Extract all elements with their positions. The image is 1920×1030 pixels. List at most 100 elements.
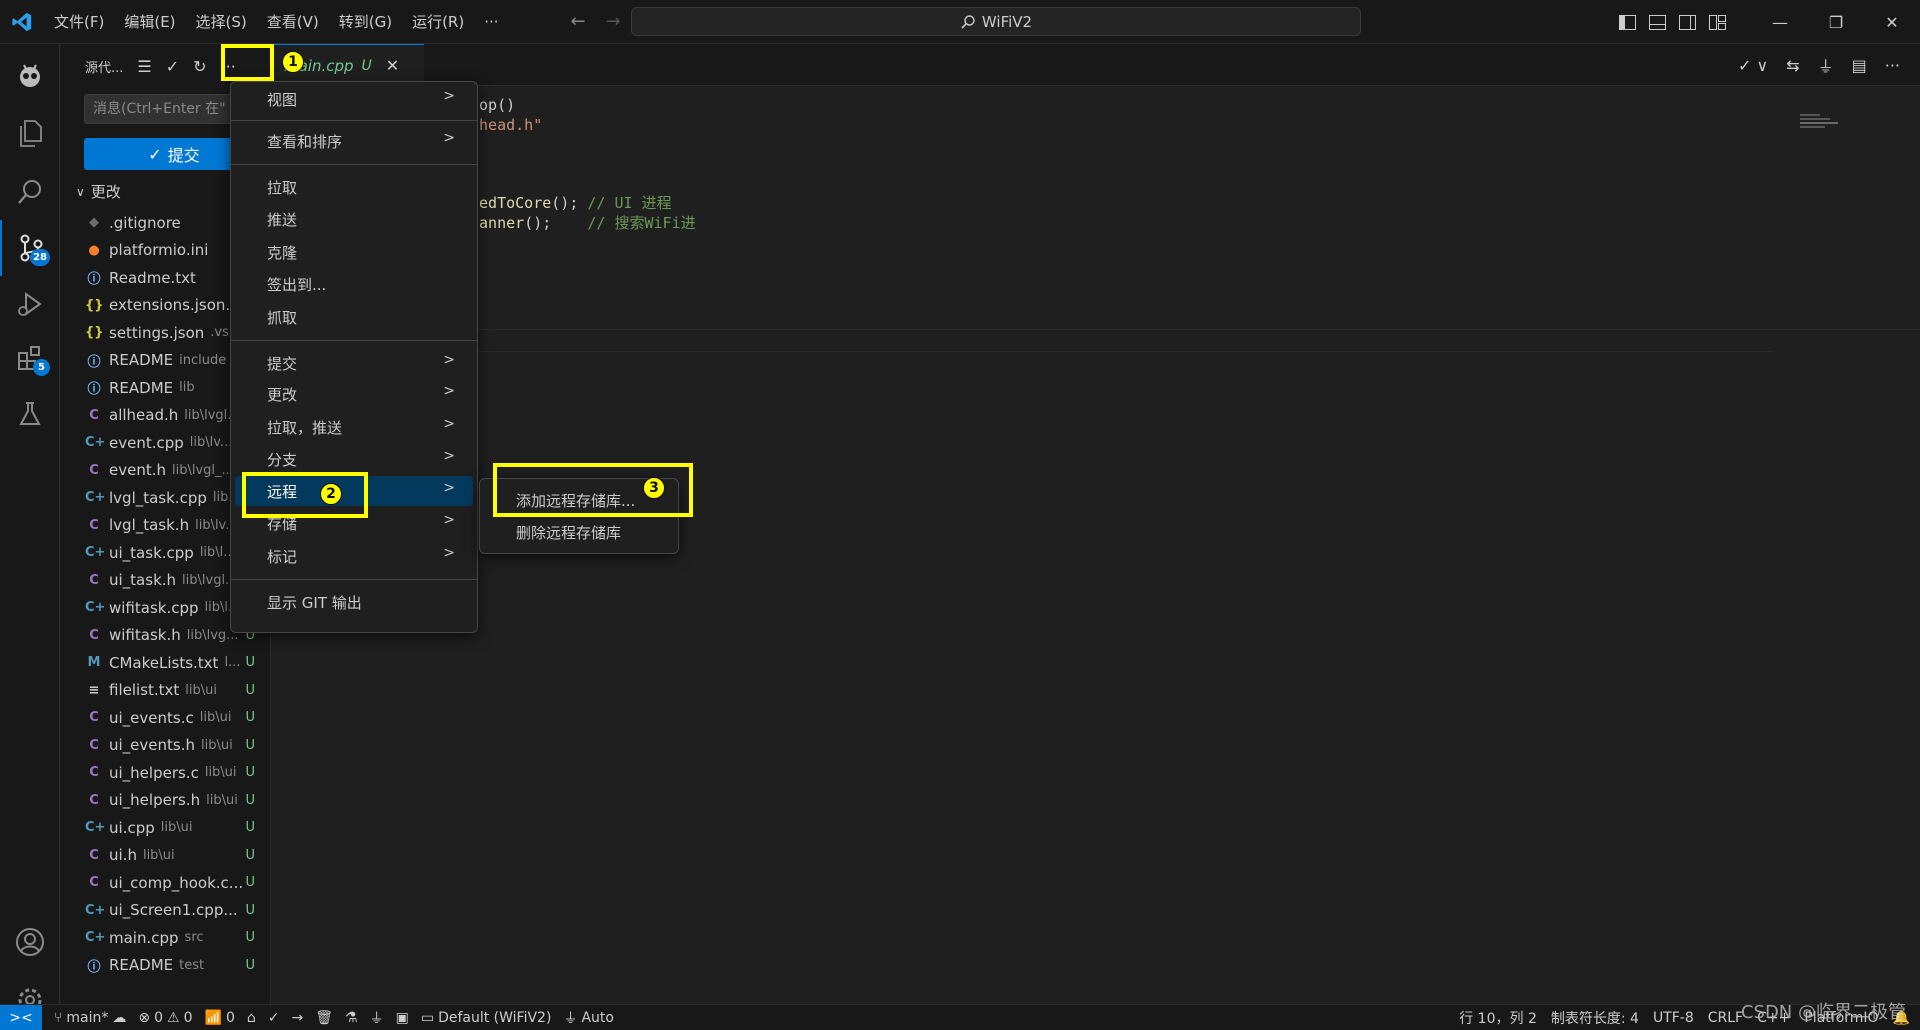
code-comment: // 搜索WiFi进 [587, 214, 696, 232]
menu-item-clone[interactable]: 克隆 [235, 237, 473, 267]
minimize-icon[interactable]: — [1752, 0, 1808, 44]
changes-section-header[interactable]: ∨ 更改 [76, 181, 121, 202]
toggle-primary-sidebar-icon[interactable] [1612, 0, 1642, 44]
tab-size[interactable]: 制表符长度: 4 [1551, 1008, 1639, 1028]
explorer-files-icon[interactable] [0, 106, 60, 162]
menu-selection[interactable]: 选择(S) [186, 0, 257, 44]
menu-item-view-sort[interactable]: 查看和排序 > [235, 126, 473, 156]
menu-item-push[interactable]: 推送 [235, 204, 473, 234]
code-comment: // UI 进程 [587, 194, 672, 212]
platformio-plug-icon[interactable]: ⏚ [1818, 53, 1834, 77]
run-debug-icon[interactable] [0, 276, 60, 332]
menu-item-label: 推送 [267, 210, 298, 229]
pio-upload-icon[interactable]: → [292, 1010, 304, 1026]
view-as-list-icon[interactable]: ☰ [137, 57, 151, 76]
branch-indicator[interactable]: ⑂ main* ☁ [54, 1010, 126, 1026]
encoding[interactable]: UTF-8 [1653, 1010, 1694, 1026]
file-list-item[interactable]: Cui.h lib\ui U [61, 842, 270, 870]
folder-icon: ▭ [420, 1009, 435, 1026]
toggle-secondary-sidebar-icon[interactable] [1672, 0, 1702, 44]
commit-button-label: 提交 [167, 146, 200, 165]
file-path: lib\ui [160, 820, 193, 836]
menu-item-show-git-output[interactable]: 显示 GIT 输出 [235, 587, 473, 617]
menu-item-branch[interactable]: 分支 > [235, 444, 473, 474]
pio-port-selector[interactable]: ⏚ Auto [563, 1008, 614, 1028]
file-list-item[interactable]: Cui_helpers.c lib\ui U [61, 759, 270, 787]
code-line-2: lhead.h" [470, 116, 543, 134]
pio-home-icon[interactable]: ⌂ [247, 1010, 256, 1026]
file-list-item[interactable]: ⓘ README test U [61, 952, 270, 980]
end-of-line[interactable]: CRLF [1708, 1010, 1743, 1026]
menu-item-pull[interactable]: 拉取 [235, 172, 473, 202]
menu-run[interactable]: 运行(R) [402, 0, 474, 44]
minimap[interactable] [1800, 114, 1840, 134]
editor-divider [272, 351, 1772, 352]
menu-item-remove-remote[interactable]: 删除远程存储库 [484, 517, 674, 547]
close-window-icon[interactable]: ✕ [1864, 0, 1920, 44]
close-tab-icon[interactable]: ✕ [386, 56, 399, 75]
sync-icon: ☁ [112, 1009, 127, 1026]
file-list-item[interactable]: Cui_events.h lib\ui U [61, 732, 270, 760]
menu-item-pull-push[interactable]: 拉取，推送 > [235, 412, 473, 442]
forward-arrow-icon[interactable]: → [606, 11, 621, 32]
file-list-item[interactable]: Cui_helpers.h lib\ui U [61, 787, 270, 815]
file-list-item[interactable]: ≡ filelist.txt lib\ui U [61, 677, 270, 705]
commit-check-icon[interactable]: ✓ [166, 57, 179, 76]
menu-edit[interactable]: 编辑(E) [114, 0, 185, 44]
file-list-item[interactable]: Cui_comp_hook.c... U [61, 869, 270, 897]
pio-test-flask-icon[interactable]: ⚗ [345, 1010, 358, 1026]
accounts-icon[interactable] [0, 914, 60, 970]
file-name: allhead.h [109, 406, 179, 425]
refresh-icon[interactable]: ↻ [193, 57, 206, 76]
menu-item-view[interactable]: 视图 > [235, 84, 473, 114]
menu-file[interactable]: 文件(F) [44, 0, 114, 44]
vscode-logo-icon [0, 0, 44, 44]
file-list-item[interactable]: Cui_events.c lib\ui U [61, 704, 270, 732]
file-type-icon: C+ [85, 435, 106, 451]
pio-env-selector[interactable]: ▭ Default (WiFiV2) [421, 1010, 552, 1026]
pio-clean-trash-icon[interactable]: 🗑 [315, 1010, 333, 1026]
restore-icon[interactable]: ❐ [1808, 0, 1864, 44]
menu-go[interactable]: 转到(G) [329, 0, 402, 44]
file-path: lib\ui [201, 737, 233, 753]
file-list-item[interactable]: C+ ui_Screen1.cpp... U [61, 897, 270, 925]
command-center-search[interactable]: WiFiV2 [631, 7, 1361, 36]
menu-item-changes[interactable]: 更改 > [235, 379, 473, 409]
problems-indicator[interactable]: ⊗ 0 ⚠ 0 [138, 1010, 192, 1026]
search-activity-icon[interactable] [0, 164, 60, 220]
menu-item-fetch[interactable]: 抓取 [235, 302, 473, 332]
source-control-icon[interactable]: 28 [0, 220, 60, 276]
pio-serial-plug-icon[interactable]: ⏚ [370, 1008, 384, 1028]
customize-layout-icon[interactable] [1702, 0, 1732, 44]
pio-terminal-icon[interactable]: ▣ [396, 1010, 409, 1026]
file-list-item[interactable]: C+ ui.cpp lib\ui U [61, 814, 270, 842]
platformio-alien-icon[interactable] [0, 48, 60, 104]
toggle-panel-icon[interactable] [1642, 0, 1672, 44]
menu-view[interactable]: 查看(V) [257, 0, 329, 44]
compare-changes-icon[interactable]: ⇆ [1786, 56, 1799, 75]
code-token: nedToCore [470, 194, 552, 212]
menu-item-label: 分支 [267, 450, 298, 469]
menu-separator [231, 120, 477, 121]
file-list-item[interactable]: C+ main.cpp src U [61, 924, 270, 952]
remote-indicator-icon[interactable]: >< [0, 1004, 42, 1030]
extensions-icon[interactable]: 5 [0, 330, 60, 386]
chevron-right-icon: > [443, 352, 455, 368]
split-editor-icon[interactable]: ▤ [1852, 56, 1867, 75]
menu-item-tags[interactable]: 标记 > [235, 541, 473, 571]
code-token: canner [470, 214, 525, 232]
file-list-item[interactable]: M CMakeLists.txt l... U [61, 649, 270, 677]
cursor-position[interactable]: 行 10，列 2 [1459, 1008, 1537, 1028]
back-arrow-icon[interactable]: ← [571, 11, 586, 32]
check-dropdown-icon[interactable]: ✓ ∨ [1738, 56, 1768, 75]
menu-bar: 文件(F) 编辑(E) 选择(S) 查看(V) 转到(G) 运行(R) ··· [44, 0, 509, 44]
menu-more[interactable]: ··· [474, 0, 508, 44]
testing-flask-icon[interactable] [0, 386, 60, 442]
more-editor-actions-icon[interactable]: ··· [1885, 56, 1900, 75]
menu-item-commit[interactable]: 提交 > [235, 348, 473, 378]
menu-item-checkout[interactable]: 签出到... [235, 269, 473, 299]
file-name: lvgl_task.h [109, 516, 190, 535]
ports-indicator[interactable]: 📶 0 [205, 1010, 235, 1026]
pio-build-icon[interactable]: ✓ [268, 1010, 280, 1026]
file-type-icon: C+ [85, 930, 106, 946]
